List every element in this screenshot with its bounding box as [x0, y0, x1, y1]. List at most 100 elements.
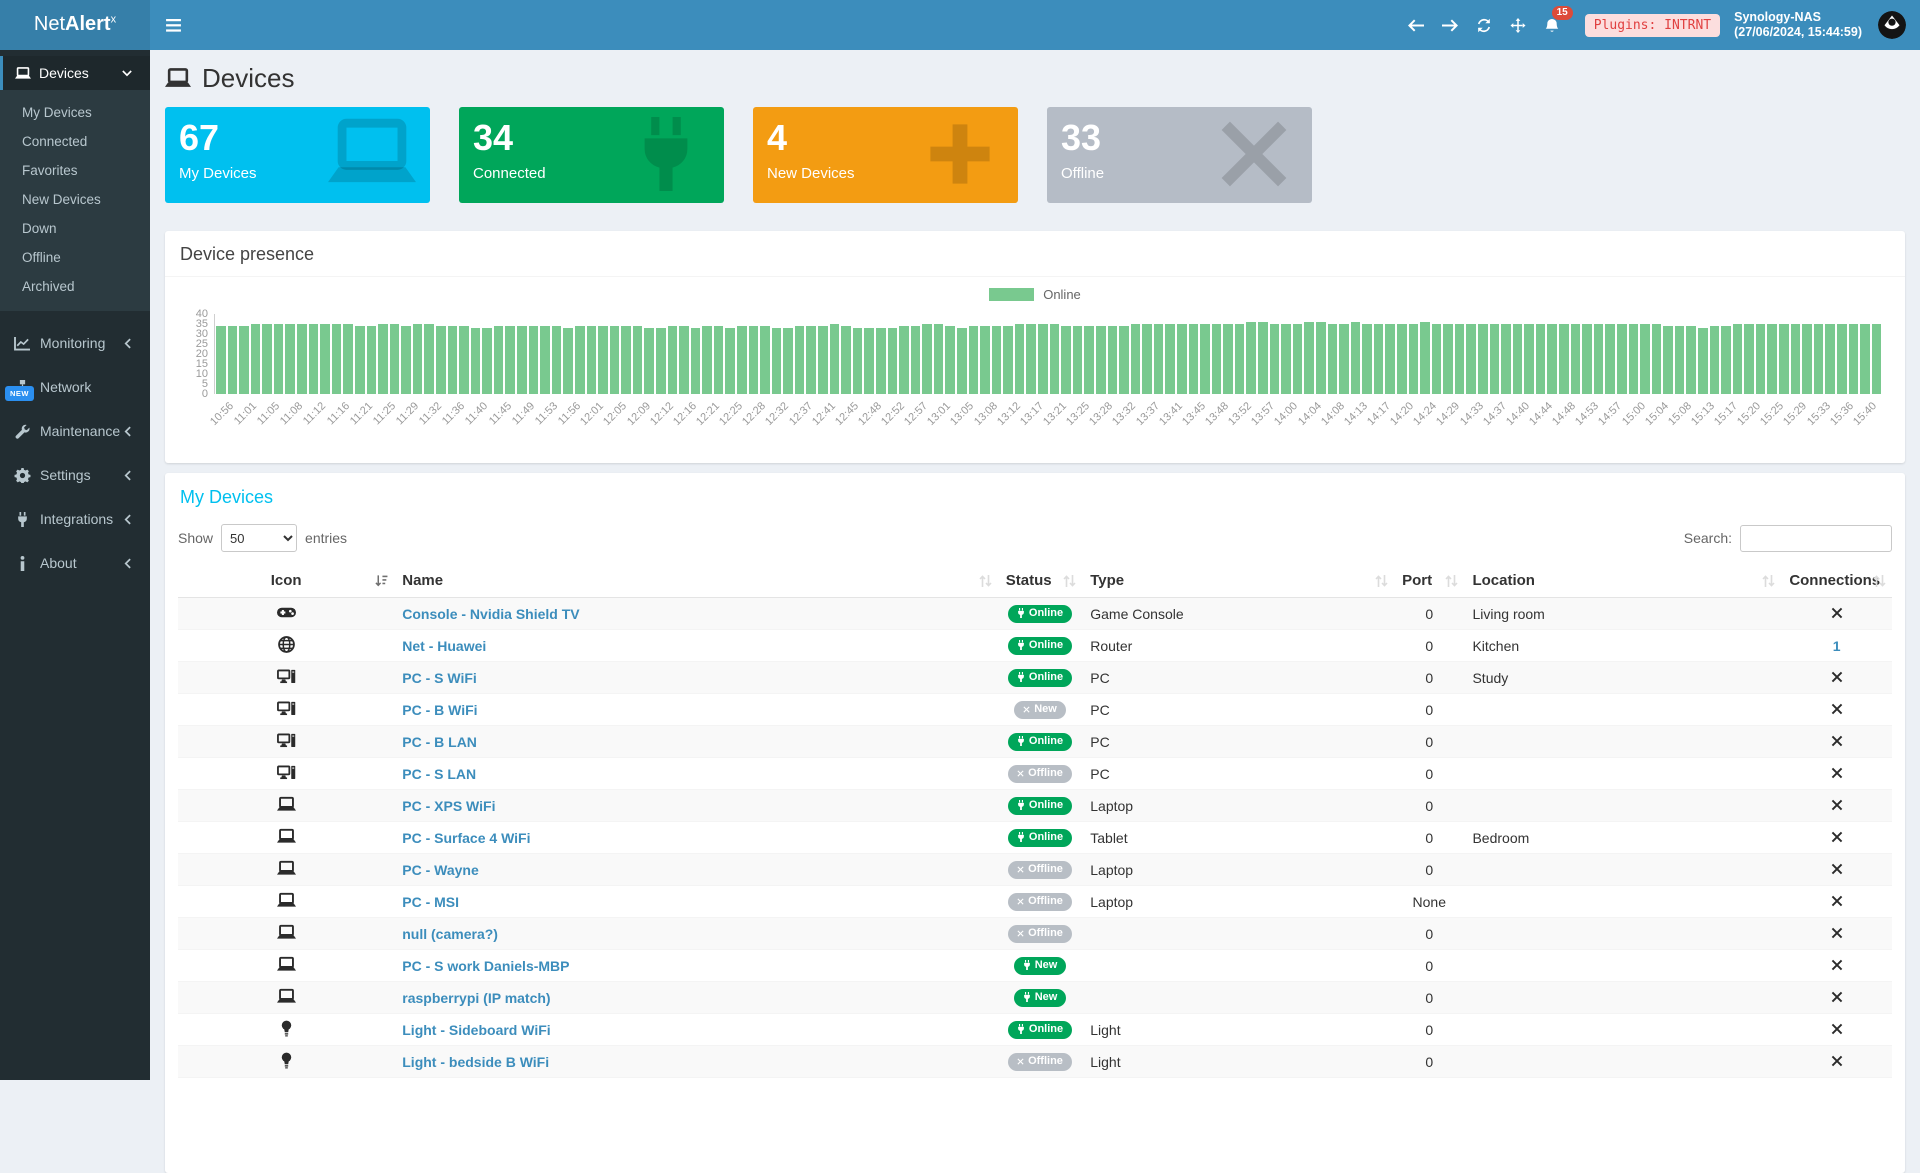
device-port: 0	[1394, 662, 1464, 694]
my-devices-panel: My Devices Show 50 entries Search: Icon …	[165, 473, 1905, 1173]
sort-both-icon[interactable]	[1063, 574, 1076, 588]
device-name-link[interactable]: PC - B LAN	[402, 734, 477, 750]
chart-bar	[1513, 324, 1523, 394]
sort-amount-icon[interactable]	[375, 574, 388, 588]
chart-bar	[1165, 324, 1175, 394]
device-name-link[interactable]: PC - B WiFi	[402, 702, 477, 718]
sort-both-icon[interactable]	[1445, 574, 1458, 588]
chart-bar	[378, 324, 388, 394]
chart-bar	[1015, 324, 1025, 394]
sidebar-item-label: Settings	[40, 467, 91, 483]
plug-icon	[14, 512, 31, 527]
chart-legend-online[interactable]: Online	[165, 287, 1905, 302]
chart-bar	[610, 326, 620, 394]
sidebar: Devices My DevicesConnectedFavoritesNew …	[0, 50, 150, 1080]
chart-bar	[1096, 326, 1106, 394]
device-port: 0	[1394, 726, 1464, 758]
chart-bar	[1397, 324, 1407, 394]
column-header-status[interactable]: Status	[998, 564, 1082, 598]
chevron-left-icon	[124, 558, 131, 569]
device-name-link[interactable]: PC - S work Daniels-MBP	[402, 958, 569, 974]
sidebar-item-monitoring[interactable]: Monitoring	[0, 321, 150, 365]
no-connection-icon	[1831, 1023, 1843, 1035]
chart-bar	[1235, 324, 1245, 394]
notifications-button[interactable]: 15	[1535, 0, 1569, 50]
sort-both-icon[interactable]	[979, 574, 992, 588]
nav-back-button[interactable]	[1399, 0, 1433, 50]
device-row: PC - MSI Offline Laptop None	[178, 886, 1892, 918]
device-row: Console - Nvidia Shield TV Online Game C…	[178, 598, 1892, 630]
device-name-link[interactable]: PC - S WiFi	[402, 670, 477, 686]
plug-icon	[1017, 672, 1025, 682]
chart-bar	[1524, 324, 1534, 394]
chart-bar	[1455, 324, 1465, 394]
column-header-name[interactable]: Name	[394, 564, 998, 598]
chart-bar	[969, 326, 979, 394]
device-name-link[interactable]: PC - Surface 4 WiFi	[402, 830, 530, 846]
column-header-location[interactable]: Location	[1464, 564, 1781, 598]
device-name-link[interactable]: PC - MSI	[402, 894, 459, 910]
device-name-link[interactable]: Light - bedside B WiFi	[402, 1054, 549, 1070]
sidebar-subitem-new-devices[interactable]: New Devices	[0, 185, 150, 214]
device-name-link[interactable]: Console - Nvidia Shield TV	[402, 606, 579, 622]
stat-card-connected[interactable]: 34 Connected	[459, 107, 724, 203]
device-port: 0	[1394, 758, 1464, 790]
column-header-port[interactable]: Port	[1394, 564, 1464, 598]
sidebar-item-maintenance[interactable]: Maintenance	[0, 409, 150, 453]
device-name-link[interactable]: PC - XPS WiFi	[402, 798, 495, 814]
host-info: Synology-NAS (27/06/2024, 15:44:59)	[1734, 10, 1862, 40]
nav-forward-button[interactable]	[1433, 0, 1467, 50]
stat-card-new-devices[interactable]: 4 New Devices	[753, 107, 1018, 203]
search-input[interactable]	[1740, 525, 1892, 552]
chevron-left-icon	[124, 426, 131, 437]
sidebar-subitem-down[interactable]: Down	[0, 214, 150, 243]
device-row: PC - S work Daniels-MBP New 0	[178, 950, 1892, 982]
fullscreen-move-button[interactable]	[1501, 0, 1535, 50]
chart-bar	[401, 326, 411, 394]
chart-bar	[1246, 322, 1256, 394]
device-name-link[interactable]: Net - Huawei	[402, 638, 486, 654]
chart-bar	[644, 328, 654, 394]
sort-both-icon[interactable]	[1375, 574, 1388, 588]
sidebar-item-devices[interactable]: Devices	[0, 56, 150, 90]
device-name-link[interactable]: Light - Sideboard WiFi	[402, 1022, 550, 1038]
device-name-link[interactable]: null (camera?)	[402, 926, 498, 942]
sidebar-subitem-my-devices[interactable]: My Devices	[0, 98, 150, 127]
sidebar-item-settings[interactable]: Settings	[0, 453, 150, 497]
device-type: Game Console	[1082, 598, 1394, 630]
no-connection-icon	[1831, 863, 1843, 875]
column-header-icon[interactable]: Icon	[178, 564, 394, 598]
column-header-type[interactable]: Type	[1082, 564, 1394, 598]
device-name-link[interactable]: PC - S LAN	[402, 766, 476, 782]
stat-card-my-devices[interactable]: 67 My Devices	[165, 107, 430, 203]
sidebar-subitem-connected[interactable]: Connected	[0, 127, 150, 156]
sort-both-icon[interactable]	[1873, 574, 1886, 588]
chart-bar	[1212, 324, 1222, 394]
device-name-link[interactable]: raspberrypi (IP match)	[402, 990, 550, 1006]
column-header-connections[interactable]: Connections	[1781, 564, 1892, 598]
plugins-status-badge[interactable]: Plugins: INTRNT	[1585, 14, 1720, 37]
sidebar-subitem-favorites[interactable]: Favorites	[0, 156, 150, 185]
sidebar-subitem-offline[interactable]: Offline	[0, 243, 150, 272]
device-type: Router	[1082, 630, 1394, 662]
sidebar-item-integrations[interactable]: Integrations	[0, 497, 150, 541]
sidebar-item-about[interactable]: About	[0, 541, 150, 585]
user-avatar[interactable]	[1878, 11, 1906, 39]
no-connection-icon	[1831, 991, 1843, 1003]
sort-both-icon[interactable]	[1762, 574, 1775, 588]
stat-card-offline[interactable]: 33 Offline	[1047, 107, 1312, 203]
sidebar-menu: Monitoring Network Maintenance Settings …	[0, 321, 150, 585]
legend-swatch	[989, 288, 1034, 301]
page-length-select[interactable]: 50	[221, 524, 297, 552]
app-logo[interactable]: NetAlertx	[0, 0, 150, 50]
refresh-button[interactable]	[1467, 0, 1501, 50]
sidebar-subitem-archived[interactable]: Archived	[0, 272, 150, 301]
sidebar-toggle-button[interactable]	[150, 0, 196, 50]
connections-count-link[interactable]: 1	[1833, 638, 1841, 654]
chart-bar	[297, 324, 307, 394]
chart-bar	[1756, 324, 1766, 394]
device-location: Kitchen	[1464, 630, 1781, 662]
device-name-link[interactable]: PC - Wayne	[402, 862, 479, 878]
device-row: PC - Surface 4 WiFi Online Tablet 0 Bedr…	[178, 822, 1892, 854]
plug-icon	[1017, 640, 1025, 650]
